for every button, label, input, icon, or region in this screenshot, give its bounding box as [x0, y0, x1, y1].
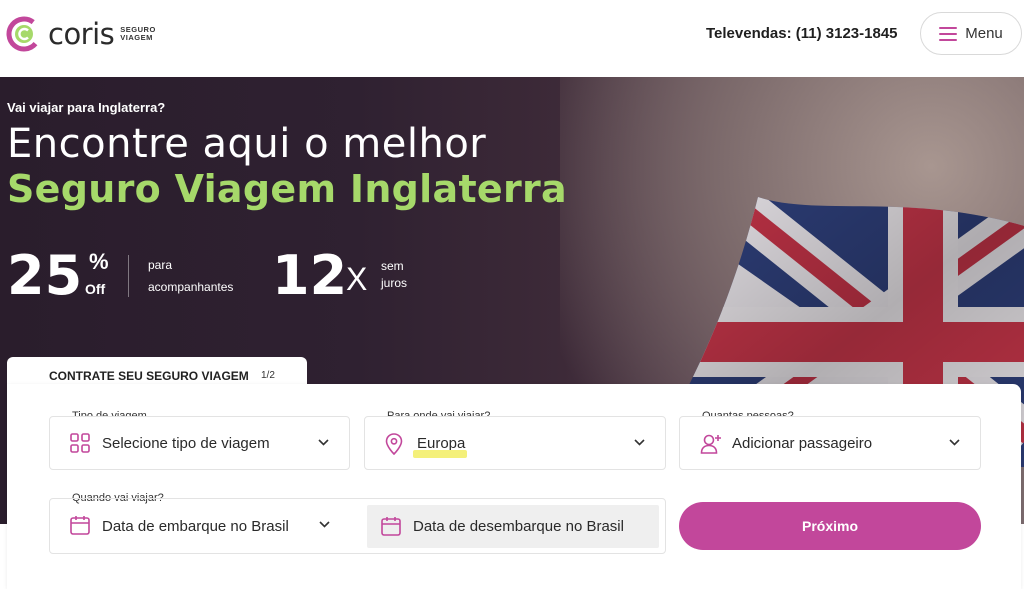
- promo-divider: [128, 255, 129, 297]
- coris-logo-mark: [6, 16, 42, 52]
- chevron-down-icon: [319, 521, 330, 528]
- promo-discount-off: Off: [85, 281, 106, 297]
- destination-highlight: [413, 450, 467, 458]
- grid-icon: [70, 433, 90, 453]
- travelers-value: Adicionar passageiro: [732, 434, 873, 452]
- promo-installments-number: 12: [272, 244, 348, 307]
- hero-title-line2: Seguro Viagem Inglaterra: [7, 167, 567, 211]
- promo-discount-desc2: acompanhantes: [148, 280, 234, 294]
- next-button[interactable]: Próximo: [679, 502, 981, 550]
- departure-date-placeholder: Data de embarque no Brasil: [102, 517, 289, 535]
- calendar-icon: [381, 517, 401, 536]
- add-user-icon: [700, 434, 721, 454]
- hero-kicker: Vai viajar para Inglaterra?: [7, 100, 166, 115]
- logo-subtitle: SEGURO VIAGEM: [120, 26, 156, 42]
- destination-value: Europa: [417, 434, 466, 452]
- quote-form-card: [7, 384, 1021, 589]
- promo-discount-unit: %: [89, 249, 109, 274]
- trip-type-select[interactable]: Selecione tipo de viagem: [49, 416, 350, 470]
- promo-discount-desc1: para: [148, 258, 173, 272]
- televendas-phone[interactable]: Televendas: (11) 3123-1845: [706, 25, 898, 42]
- form-tab-title: CONTRATE SEU SEGURO VIAGEM: [49, 369, 249, 383]
- travelers-select[interactable]: Adicionar passageiro: [679, 416, 981, 470]
- trip-type-value: Selecione tipo de viagem: [102, 434, 270, 452]
- chevron-down-icon: [318, 439, 329, 446]
- menu-button[interactable]: Menu: [920, 12, 1022, 55]
- chevron-down-icon: [634, 439, 645, 446]
- site-header: coris SEGURO VIAGEM Televendas: (11) 312…: [0, 0, 1024, 77]
- promo-installments-desc1: sem: [381, 259, 404, 273]
- departure-date-field[interactable]: Data de embarque no Brasil: [50, 499, 350, 553]
- location-pin-icon: [385, 433, 403, 455]
- coris-logo[interactable]: coris SEGURO VIAGEM: [6, 16, 156, 52]
- form-step-indicator: 1/2: [261, 370, 275, 381]
- destination-select[interactable]: Europa: [364, 416, 666, 470]
- calendar-icon: [70, 516, 90, 535]
- return-date-placeholder: Data de desembarque no Brasil: [413, 518, 624, 535]
- hero-title-line1: Encontre aqui o melhor: [7, 121, 487, 167]
- promo-discount-number: 25: [7, 244, 83, 307]
- logo-wordmark: coris: [48, 17, 115, 51]
- logo-sub-line2: VIAGEM: [120, 33, 153, 42]
- menu-icon: [939, 26, 958, 41]
- promo-installments-unit: X: [346, 261, 368, 297]
- chevron-down-icon: [949, 439, 960, 446]
- promo-installments-desc2: juros: [381, 276, 408, 290]
- menu-label: Menu: [965, 25, 1003, 42]
